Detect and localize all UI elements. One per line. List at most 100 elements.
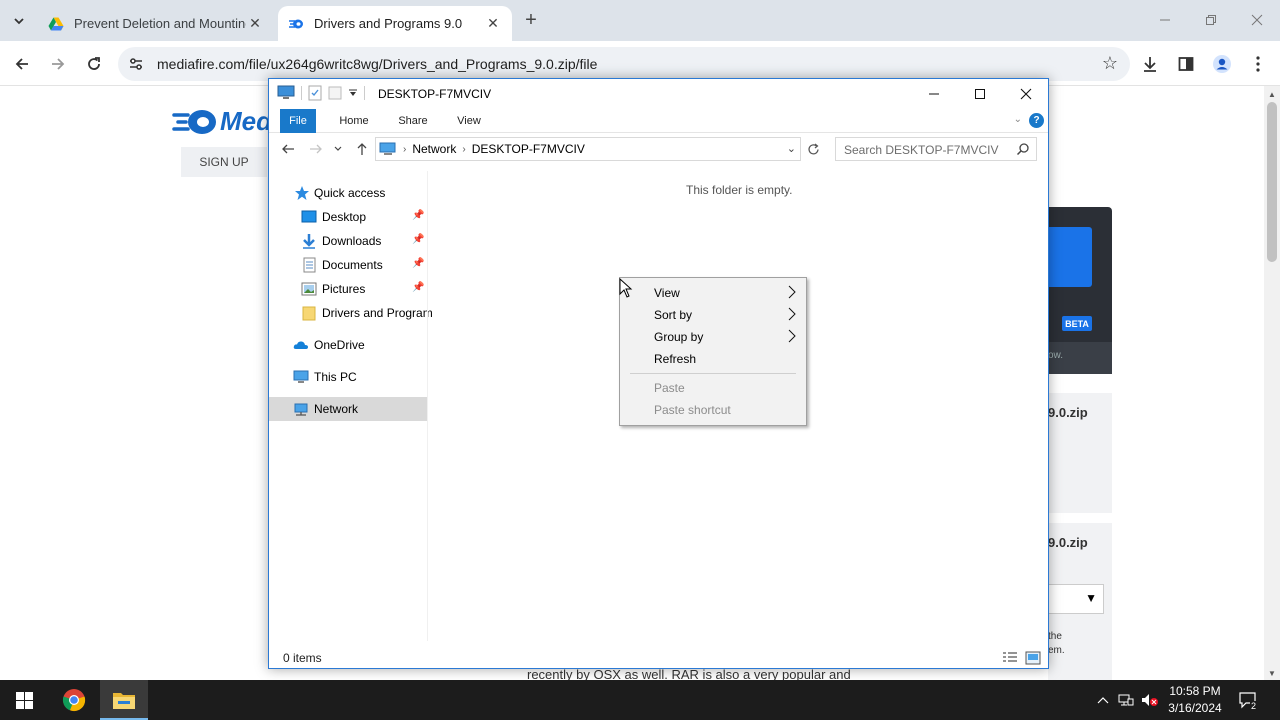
system-clock[interactable]: 10:58 PM 3/16/2024 [1162, 683, 1228, 717]
menu-item-paste-shortcut[interactable]: Paste shortcut [621, 399, 806, 421]
back-button[interactable] [8, 50, 36, 78]
start-button[interactable] [0, 680, 48, 720]
mirror-select[interactable]: ▼ [1048, 584, 1104, 614]
empty-folder-message: This folder is empty. [686, 183, 793, 197]
onedrive-cloud-icon [293, 341, 308, 349]
tab-search-button[interactable] [6, 8, 32, 34]
browser-menu-button[interactable] [1246, 52, 1270, 76]
nav-drivers-folder[interactable]: Drivers and Program [269, 301, 433, 325]
menu-item-group-by[interactable]: Group by [621, 326, 806, 348]
download-icon [1144, 57, 1156, 72]
reload-button[interactable] [80, 50, 108, 78]
minimize-explorer-button[interactable] [911, 79, 957, 109]
nav-network[interactable]: Network [269, 397, 427, 421]
refresh-button[interactable] [803, 137, 823, 161]
taskbar-chrome[interactable] [50, 680, 98, 720]
search-icon[interactable] [1016, 142, 1030, 156]
nav-label: OneDrive [314, 338, 365, 352]
downloads-icon [303, 234, 315, 249]
breadcrumb-network[interactable]: Network [412, 142, 456, 156]
browser-tab-active[interactable]: Drivers and Programs 9.0 ✕ [278, 6, 512, 41]
mouse-cursor-icon [619, 278, 633, 298]
nav-desktop[interactable]: Desktop 📌 [269, 205, 427, 229]
nav-downloads[interactable]: Downloads 📌 [269, 229, 427, 253]
menu-item-view[interactable]: View [621, 282, 806, 304]
arrow-left-icon [282, 144, 294, 154]
network-tray-button[interactable] [1116, 680, 1136, 720]
dropdown-arrow-icon: ▼ [1085, 591, 1097, 605]
arrow-right-icon [52, 58, 65, 70]
pane-divider[interactable] [427, 171, 428, 641]
desktop-icon [301, 210, 317, 223]
downloads-button[interactable] [1138, 52, 1162, 76]
side-panel-button[interactable] [1174, 52, 1198, 76]
explorer-search-input[interactable]: Search DESKTOP-F7MVCIV [835, 137, 1037, 161]
refresh-icon [807, 143, 819, 154]
menu-item-label: Paste [654, 381, 685, 395]
maximize-icon [975, 89, 985, 99]
menu-item-refresh[interactable]: Refresh [621, 348, 806, 370]
new-tab-button[interactable]: + [520, 9, 542, 31]
arrow-up-icon [357, 143, 367, 155]
side-text-2: em. [1048, 645, 1065, 656]
browser-tab-inactive[interactable]: Prevent Deletion and Mounting ✕ [38, 6, 274, 41]
breadcrumb-separator-icon[interactable]: › [462, 144, 465, 155]
ribbon-tab-share[interactable]: Share [391, 109, 435, 133]
ribbon-tab-home[interactable]: Home [332, 109, 376, 133]
nav-this-pc[interactable]: This PC [269, 365, 427, 389]
address-bar[interactable]: mediafire.com/file/ux264g6writc8wg/Drive… [118, 47, 1130, 81]
nav-label: This PC [314, 370, 357, 384]
sign-up-button[interactable]: SIGN UP [181, 147, 267, 177]
explorer-forward-button[interactable] [306, 139, 326, 159]
maximize-explorer-button[interactable] [957, 79, 1003, 109]
forward-button[interactable] [44, 50, 72, 78]
restore-browser-button[interactable] [1197, 8, 1225, 32]
breadcrumb-desktop[interactable]: DESKTOP-F7MVCIV [472, 142, 585, 156]
help-icon[interactable]: ? [1029, 113, 1044, 128]
close-explorer-button[interactable] [1003, 79, 1049, 109]
mediafire-logo[interactable]: Med [172, 106, 272, 137]
explorer-back-button[interactable] [278, 139, 298, 159]
site-settings-icon[interactable] [128, 56, 144, 72]
explorer-address-bar[interactable]: › Network › DESKTOP-F7MVCIV ⌄ [375, 137, 801, 161]
nav-pictures[interactable]: Pictures 📌 [269, 277, 427, 301]
properties-icon[interactable] [308, 85, 322, 101]
volume-tray-button[interactable] [1139, 680, 1161, 720]
taskbar-file-explorer[interactable] [100, 680, 148, 720]
recent-locations-button[interactable] [331, 139, 345, 159]
tray-overflow-button[interactable] [1094, 680, 1112, 720]
close-tab-icon[interactable]: ✕ [484, 15, 502, 33]
close-browser-button[interactable] [1243, 8, 1271, 32]
new-folder-icon[interactable] [328, 85, 342, 101]
promo-subtext: ow. [1048, 342, 1112, 374]
profile-button[interactable] [1210, 52, 1234, 76]
close-tab-icon[interactable]: ✕ [246, 15, 264, 33]
bookmark-star-icon[interactable]: ☆ [1102, 53, 1118, 74]
download-promo-button[interactable] [1048, 227, 1092, 287]
explorer-titlebar: DESKTOP-F7MVCIV [269, 79, 1048, 109]
scroll-down-icon[interactable]: ▼ [1268, 669, 1276, 678]
url-text[interactable]: mediafire.com/file/ux264g6writc8wg/Drive… [157, 56, 597, 72]
up-button[interactable] [352, 139, 372, 159]
breadcrumb-separator-icon[interactable]: › [403, 144, 406, 155]
documents-icon [303, 257, 316, 273]
minimize-browser-button[interactable] [1151, 8, 1179, 32]
large-icons-view-icon[interactable] [1025, 651, 1041, 665]
menu-item-paste[interactable]: Paste [621, 377, 806, 399]
nav-documents[interactable]: Documents 📌 [269, 253, 427, 277]
menu-item-sort-by[interactable]: Sort by [621, 304, 806, 326]
nav-onedrive[interactable]: OneDrive [269, 333, 427, 357]
ribbon-tab-view[interactable]: View [447, 109, 491, 133]
expand-ribbon-icon[interactable]: ⌄ [1014, 114, 1022, 125]
close-icon [1020, 88, 1032, 100]
scrollbar-thumb[interactable] [1267, 102, 1277, 262]
nav-quick-access[interactable]: Quick access [269, 181, 427, 205]
scroll-up-icon[interactable]: ▲ [1268, 90, 1276, 99]
address-dropdown-icon[interactable]: ⌄ [787, 142, 796, 155]
action-center-button[interactable]: 2 [1236, 680, 1260, 720]
chevron-right-icon [788, 285, 796, 299]
details-view-icon[interactable] [1002, 651, 1018, 665]
ribbon-tab-file[interactable]: File [280, 109, 316, 133]
page-scrollbar[interactable]: ▲ ▼ [1264, 86, 1280, 680]
customize-qat-icon[interactable] [348, 88, 358, 98]
